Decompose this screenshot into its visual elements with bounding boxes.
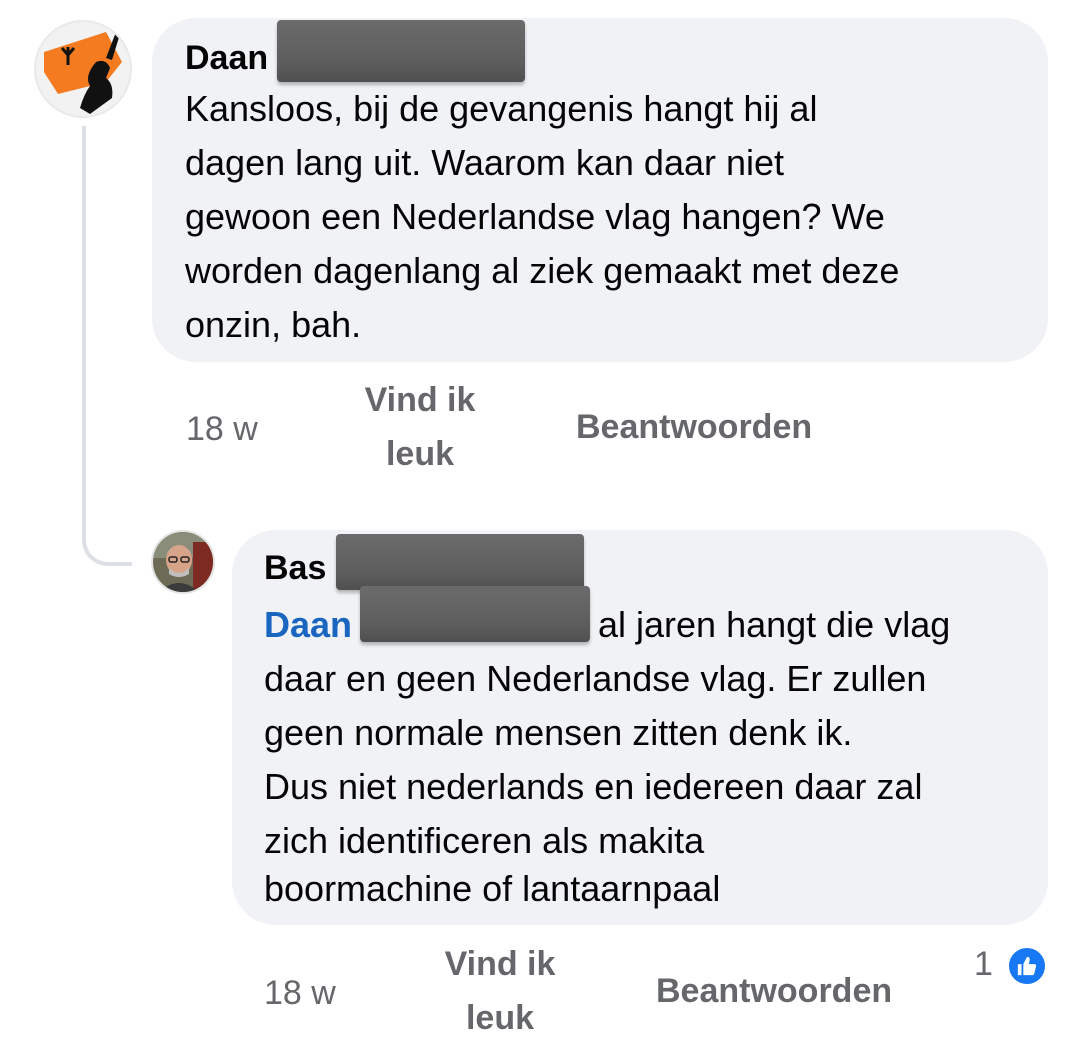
comment-author[interactable]: Daan [185, 38, 268, 78]
thread-connector [82, 126, 132, 566]
comment-timestamp[interactable]: 18 w [264, 973, 336, 1013]
like-button[interactable]: Vind ik leuk [340, 373, 500, 481]
comment-author[interactable]: Bas [264, 548, 326, 588]
comment-thread: Daan Kansloos, bij de gevangenis hangt h… [0, 0, 1079, 1056]
like-button-label-2: leuk [385, 435, 455, 473]
comment-text-line: gewoon een Nederlandse vlag hangen? We [185, 196, 885, 237]
comment-text-line: zich identificeren als makita [264, 820, 705, 861]
reply-button[interactable]: Beantwoorden [656, 964, 892, 1018]
comment-text-line: dagen lang uit. Waarom kan daar niet [185, 142, 785, 183]
redaction-bar [336, 534, 584, 590]
reaction-count[interactable]: 1 [974, 944, 993, 984]
comment-text-line: boormachine of lantaarnpaal [264, 868, 721, 909]
comment-text-line: daar en geen Nederlandse vlag. Er zullen [264, 658, 927, 699]
avatar[interactable] [34, 20, 132, 118]
comment-text-line: Dus niet nederlands en iedereen daar zal [264, 766, 923, 807]
comment-text-line: Kansloos, bij de gevangenis hangt hij al [185, 88, 818, 129]
like-button-label-2: leuk [465, 999, 535, 1037]
comment-timestamp[interactable]: 18 w [186, 409, 258, 449]
redaction-bar [277, 20, 525, 82]
mention-link[interactable]: Daan [264, 598, 352, 651]
like-button[interactable]: Vind ik leuk [420, 937, 580, 1045]
comment-text-line: worden dagenlang al ziek gemaakt met dez… [185, 250, 900, 291]
like-button-label-1: Vind ik [364, 381, 476, 419]
comment-text-line: al jaren hangt die vlag [598, 604, 951, 645]
reply-button[interactable]: Beantwoorden [576, 400, 812, 454]
thumbs-up-icon[interactable] [1006, 945, 1048, 987]
comment-text-line: onzin, bah. [185, 304, 362, 345]
comment-text-line: geen normale mensen zitten denk ik. [264, 712, 853, 753]
redaction-bar [360, 586, 590, 642]
avatar[interactable] [151, 530, 215, 594]
like-button-label-1: Vind ik [444, 945, 556, 983]
